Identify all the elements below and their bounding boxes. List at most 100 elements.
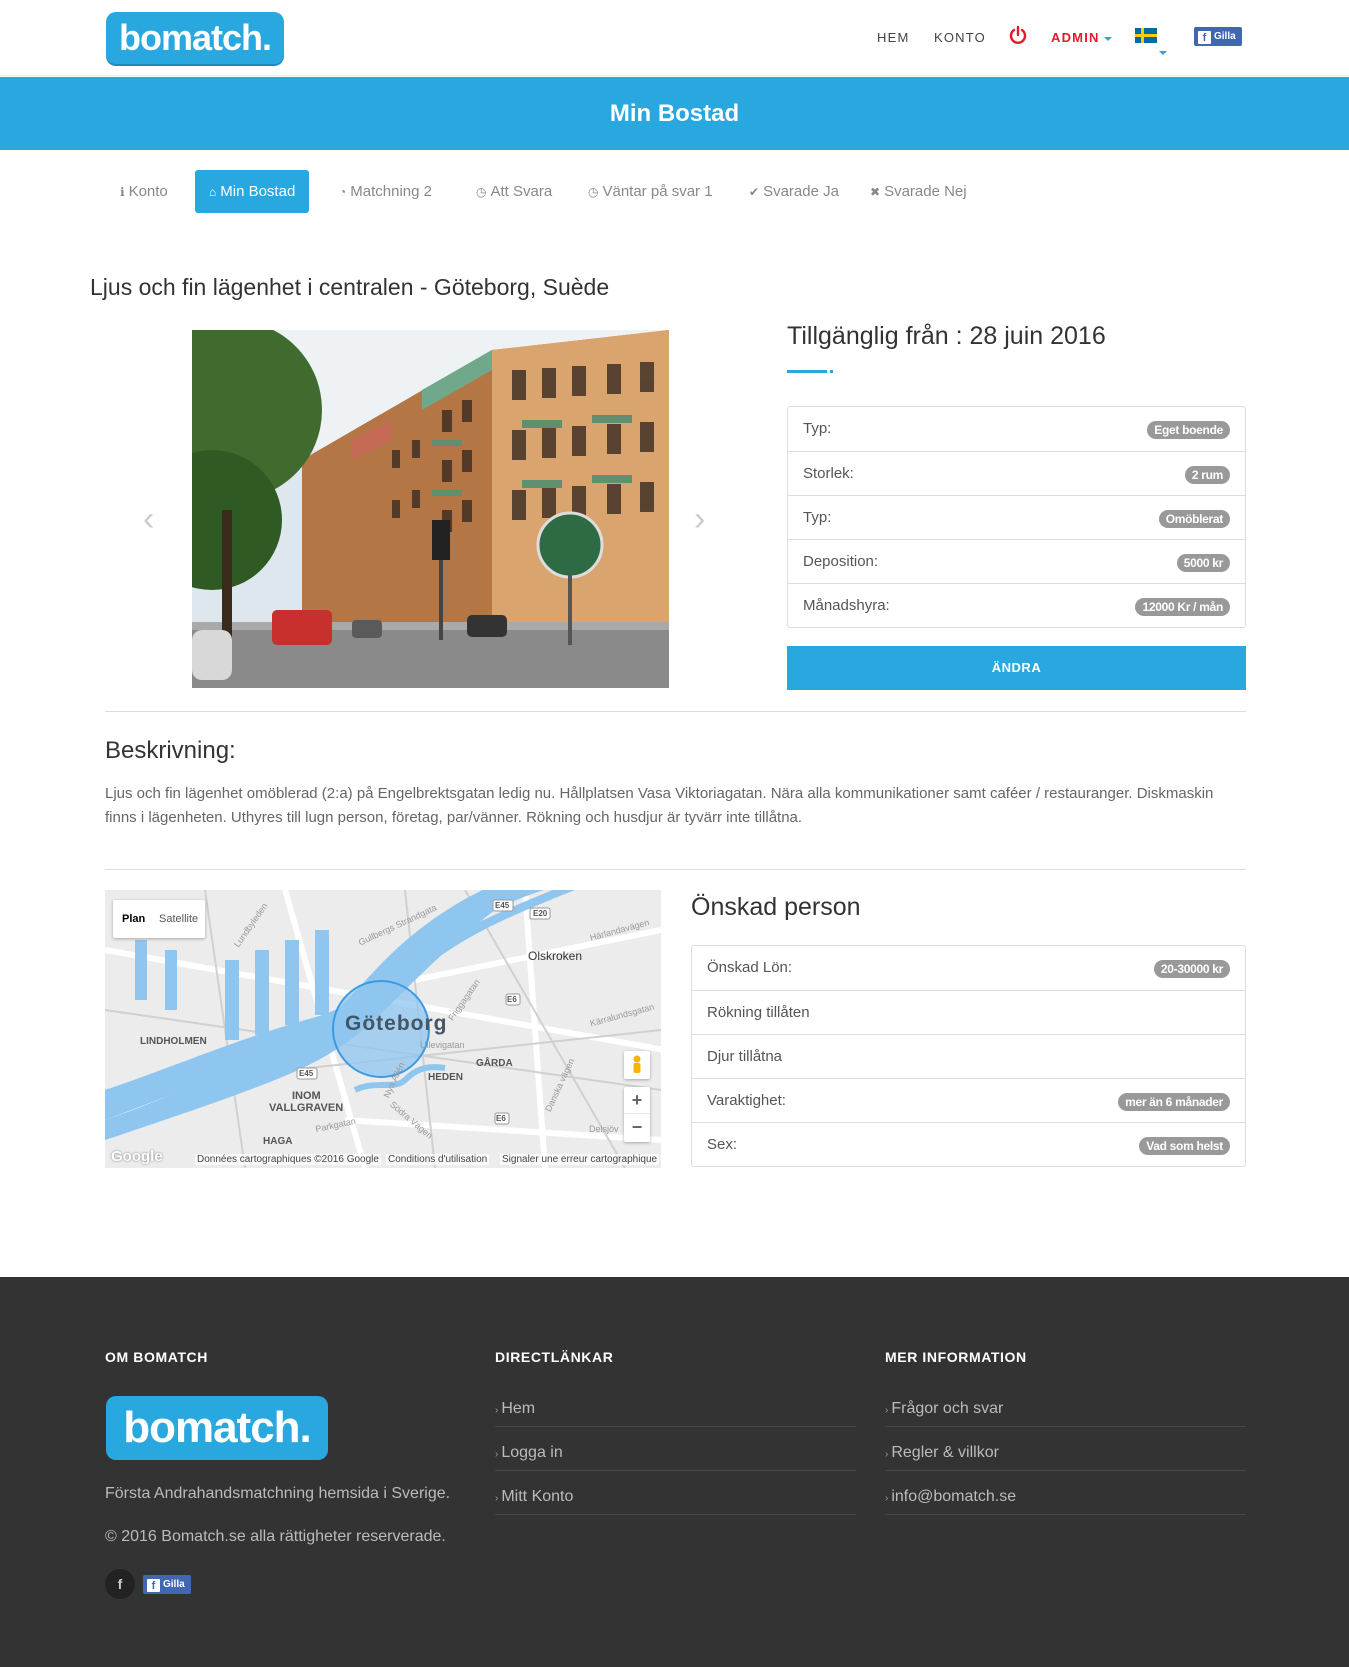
tab-vantar-pa-svar[interactable]: ◷ Väntar på svar 1 xyxy=(574,170,727,213)
info-icon: ℹ xyxy=(120,185,125,199)
facebook-icon: f xyxy=(1198,31,1211,44)
map-type-plan[interactable]: Plan xyxy=(122,900,145,938)
facebook-like-button[interactable]: f Gilla xyxy=(1194,27,1242,46)
property-label: Önskad Lön: xyxy=(707,959,793,976)
tab-att-svara[interactable]: ◷ Att Svara xyxy=(462,170,566,213)
divider xyxy=(105,711,1246,712)
zoom-in-button[interactable]: + xyxy=(624,1087,650,1114)
property-badge: 12000 Kr / mån xyxy=(1135,598,1230,616)
footer-link-label: Regler & villkor xyxy=(891,1444,999,1461)
map-attribution: Google Données cartographiques ©2016 Goo… xyxy=(105,1148,661,1168)
footer-heading: OM BOMATCH xyxy=(105,1349,208,1365)
road-shield: E45 xyxy=(495,901,510,910)
brand-logo[interactable]: bomatch. xyxy=(106,12,284,64)
map-label: Olskroken xyxy=(528,949,583,963)
list-item: Önskad Lön: 20-30000 kr xyxy=(692,946,1245,990)
edit-button[interactable]: ÄNDRA xyxy=(787,646,1246,690)
footer-logo: bomatch. xyxy=(106,1396,328,1460)
list-item: Varaktighet: mer än 6 månader xyxy=(692,1078,1245,1122)
list-item: Deposition: 5000 kr xyxy=(788,539,1245,583)
footer-link-mitt-konto[interactable]: › Mitt Konto xyxy=(495,1471,856,1515)
list-item: Storlek: 2 rum xyxy=(788,451,1245,495)
road-shield: E6 xyxy=(507,995,517,1004)
street-label: Delsjöv xyxy=(589,1124,619,1134)
map-report-link[interactable]: Signaler une erreur cartographique xyxy=(500,1154,660,1165)
footer-link-faq[interactable]: › Frågor och svar xyxy=(885,1383,1246,1427)
check-circle-icon: ✔ xyxy=(749,185,760,199)
footer-link-label: info@bomatch.se xyxy=(891,1488,1017,1505)
footer-link-label: Mitt Konto xyxy=(501,1488,574,1505)
road-shield: E20 xyxy=(533,909,548,918)
map-type-control: Plan Satellite xyxy=(113,900,205,938)
home-icon: ⌂ xyxy=(209,185,217,199)
tab-matchning[interactable]: ◔ Matchning 2 xyxy=(325,170,446,213)
tab-konto[interactable]: ℹ Konto xyxy=(106,170,182,213)
location-map[interactable]: Göteborg Olskroken LINDHOLMEN GÅRDA HEDE… xyxy=(105,890,661,1168)
list-item: Rökning tillåten xyxy=(692,990,1245,1034)
property-label: Storlek: xyxy=(803,465,854,482)
property-badge: 5000 kr xyxy=(1176,554,1230,572)
tab-svarade-ja[interactable]: ✔ Svarade Ja xyxy=(735,170,853,213)
property-label: Djur tillåtna xyxy=(707,1048,783,1065)
chevron-right-icon: › xyxy=(495,1493,499,1504)
zoom-out-button[interactable]: − xyxy=(624,1114,650,1141)
map-type-satellite[interactable]: Satellite xyxy=(159,900,198,938)
map-label: HEDEN xyxy=(428,1072,464,1083)
dashboard-icon: ◔ xyxy=(339,185,347,199)
description-text: Ljus och fin lägenhet omöblerad (2:a) på… xyxy=(105,785,1214,826)
nav-admin-dropdown[interactable]: ADMIN xyxy=(1051,30,1112,45)
tab-label: Matchning 2 xyxy=(350,183,432,200)
zoom-control: + − xyxy=(624,1087,650,1142)
tab-label: Svarade Nej xyxy=(884,183,967,200)
chevron-right-icon: › xyxy=(885,1405,889,1416)
language-caret-icon xyxy=(1159,51,1167,55)
property-list: Typ: Eget boende Storlek: 2 rum Typ: Omöble… xyxy=(787,406,1246,628)
street-view-pegman-icon[interactable] xyxy=(624,1051,650,1079)
google-logo: Google xyxy=(111,1148,163,1165)
footer-link-hem[interactable]: › Hem xyxy=(495,1383,856,1427)
chevron-right-icon: › xyxy=(885,1449,889,1460)
wanted-person-list: Önskad Lön: 20-30000 kr Rökning tillåten … xyxy=(691,945,1246,1167)
chevron-right-icon: › xyxy=(495,1405,499,1416)
heading-underline xyxy=(787,370,827,373)
nav-account[interactable]: KONTO xyxy=(934,30,986,45)
facebook-icon[interactable]: f xyxy=(105,1569,135,1599)
chevron-right-icon: › xyxy=(495,1449,499,1460)
list-item: Djur tillåtna xyxy=(692,1034,1245,1078)
property-badge: Vad som helst xyxy=(1139,1137,1230,1155)
wanted-person-title: Önskad person xyxy=(691,893,861,921)
property-label: Månadshyra: xyxy=(803,597,890,614)
list-item: Sex: Vad som helst xyxy=(692,1122,1245,1166)
footer-link-label: Logga in xyxy=(501,1444,563,1461)
footer-link-email[interactable]: › info@bomatch.se xyxy=(885,1471,1246,1515)
tab-svarade-nej[interactable]: ✖ Svarade Nej xyxy=(856,170,981,213)
power-icon[interactable] xyxy=(1008,25,1028,45)
footer-tagline: Första Andrahandsmatchning hemsida i Sve… xyxy=(105,1485,451,1502)
property-label: Typ: xyxy=(803,420,832,437)
footer-copyright: © 2016 Bomatch.se alla rättigheter reser… xyxy=(105,1528,446,1545)
property-label: Sex: xyxy=(707,1136,738,1153)
tab-min-bostad[interactable]: ⌂ Min Bostad xyxy=(195,170,310,213)
carousel-prev-icon[interactable]: ‹ xyxy=(143,500,154,539)
list-item: Månadshyra: 12000 Kr / mån xyxy=(788,583,1245,627)
property-label: Deposition: xyxy=(803,553,879,570)
facebook-like-label: Gilla xyxy=(163,1579,185,1590)
facebook-like-button[interactable]: f Gilla xyxy=(143,1575,191,1594)
map-data-credit: Données cartographiques ©2016 Google xyxy=(195,1154,381,1165)
caret-down-icon xyxy=(1103,36,1112,41)
map-terms-link[interactable]: Conditions d'utilisation xyxy=(386,1154,490,1165)
property-label: Rökning tillåten xyxy=(707,1004,810,1021)
property-badge: Omöblerat xyxy=(1158,510,1230,528)
map-label: INOM xyxy=(292,1090,321,1102)
nav-home[interactable]: HEM xyxy=(877,30,910,45)
footer-link-terms[interactable]: › Regler & villkor xyxy=(885,1427,1246,1471)
footer-link-logga-in[interactable]: › Logga in xyxy=(495,1427,856,1471)
road-shield: E45 xyxy=(299,1069,314,1078)
heading-underline-dot xyxy=(830,370,833,373)
times-circle-icon: ✖ xyxy=(870,185,881,199)
swedish-flag-icon[interactable] xyxy=(1135,28,1157,43)
carousel-next-icon[interactable]: › xyxy=(694,500,705,539)
footer-link-label: Hem xyxy=(501,1400,536,1417)
property-badge: Eget boende xyxy=(1147,421,1230,439)
facebook-like-label: Gilla xyxy=(1214,31,1236,42)
